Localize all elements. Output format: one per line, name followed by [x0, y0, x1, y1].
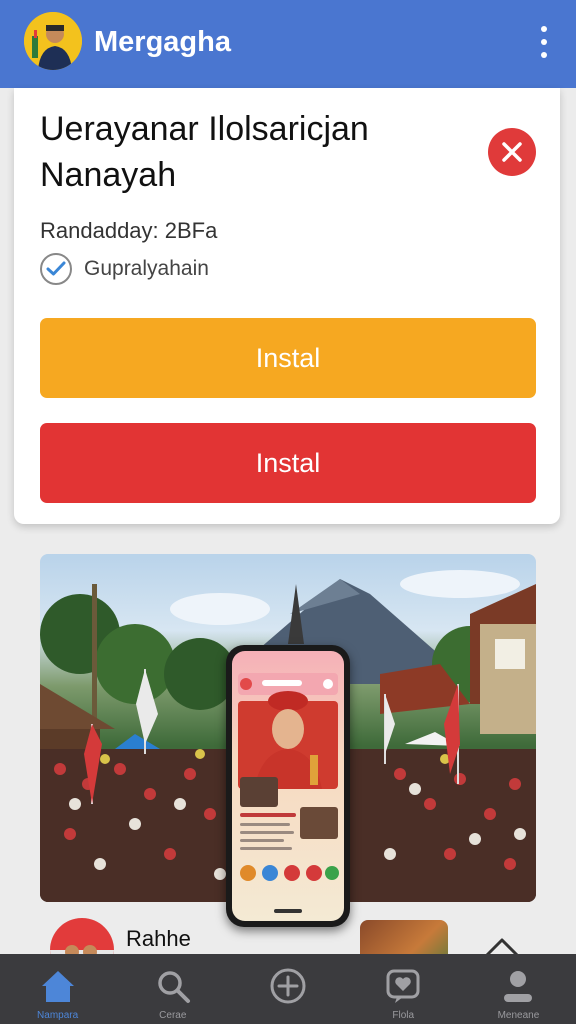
close-icon	[502, 142, 522, 162]
nav-item-favorites[interactable]: Flola	[346, 954, 461, 1024]
check-icon	[40, 253, 72, 285]
phone-app-preview-image	[238, 673, 339, 913]
search-icon	[158, 971, 190, 1003]
app-name-heading: Uerayanar Ilolsaricjan Nanayah	[40, 110, 369, 194]
nav-item-home[interactable]: Nampara	[0, 954, 115, 1024]
app-bar: Mergagha	[0, 0, 576, 88]
add-circle-icon	[270, 968, 306, 1004]
phone-mockup	[226, 645, 350, 927]
verified-label: Gupralyahain	[84, 257, 209, 280]
app-avatar[interactable]	[24, 12, 82, 70]
bottom-nav: Nampara Cerae Flola Meneane	[0, 954, 576, 1024]
nav-item-search[interactable]: Cerae	[115, 954, 230, 1024]
list-item-title: Rahhe	[126, 926, 191, 951]
more-vertical-icon[interactable]	[536, 26, 552, 58]
app-meta: Randadday: 2BFa	[40, 218, 218, 243]
list-item[interactable]: Rahhe	[50, 916, 520, 982]
nav-label: Nampara	[37, 1010, 79, 1021]
phone-screen	[232, 651, 344, 921]
heart-chat-icon	[386, 969, 420, 1003]
nav-item-profile[interactable]: Meneane	[461, 954, 576, 1024]
install-card: Uerayanar Ilolsaricjan Nanayah Randadday…	[14, 88, 560, 524]
install-button-secondary[interactable]: Instal	[40, 423, 536, 503]
nav-item-add[interactable]	[230, 954, 345, 1024]
app-title: Mergagha	[94, 26, 231, 58]
profile-icon	[504, 971, 533, 1002]
home-icon	[41, 971, 74, 1002]
nav-label: Meneane	[497, 1010, 540, 1021]
verified-row: Gupralyahain	[40, 252, 209, 286]
close-button[interactable]	[488, 128, 536, 176]
nav-label: Cerae	[159, 1010, 187, 1021]
install-button[interactable]: Instal	[40, 318, 536, 398]
nav-label: Flola	[392, 1010, 415, 1021]
